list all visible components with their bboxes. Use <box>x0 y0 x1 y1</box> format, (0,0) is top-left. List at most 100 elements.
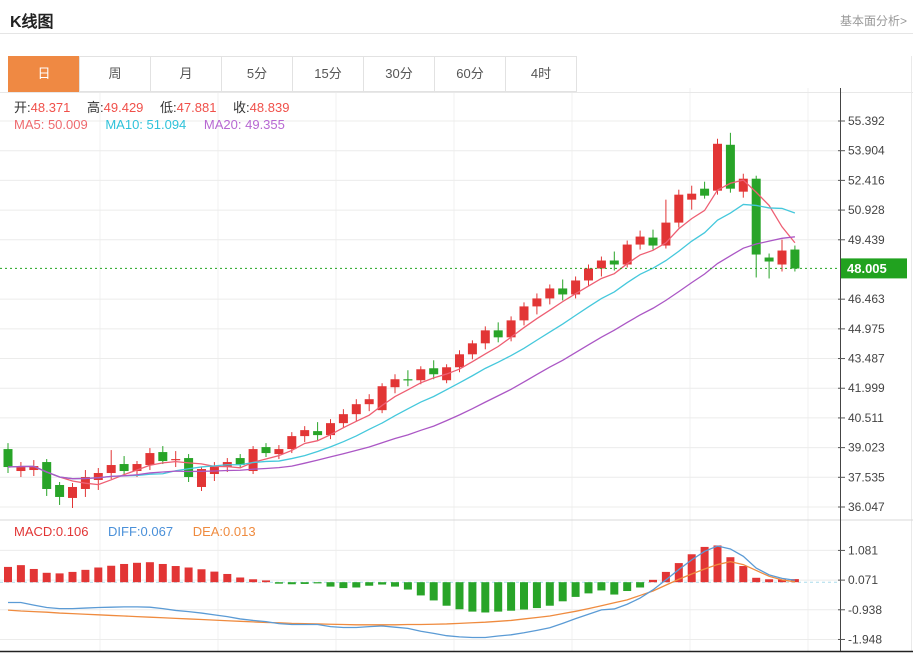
macd-bar <box>120 564 128 582</box>
axis-label: 55.392 <box>848 114 885 128</box>
macd-bar <box>636 582 644 587</box>
tab-30min[interactable]: 30分 <box>363 56 435 92</box>
macd-bar <box>649 580 657 582</box>
ma20-value: MA20: 49.355 <box>204 117 285 132</box>
candle <box>700 189 709 196</box>
macd-bar <box>752 578 760 582</box>
macd-bar <box>520 582 528 609</box>
macd-bar <box>456 582 464 609</box>
ma20-line <box>8 237 795 479</box>
candle <box>597 261 606 269</box>
macd-bar <box>610 582 618 594</box>
candle <box>674 195 683 223</box>
axis-label: 41.999 <box>848 381 885 395</box>
period-tabbar: 日周月5分15分30分60分4时 <box>8 56 577 92</box>
ma5-value: MA5: 50.009 <box>14 117 88 132</box>
candle <box>120 464 129 471</box>
macd-bar <box>262 580 270 582</box>
macd-bar <box>275 582 283 583</box>
axis-label: -0.938 <box>848 603 882 617</box>
tab-week[interactable]: 周 <box>79 56 151 92</box>
macd-bar <box>378 582 386 584</box>
ma-legend: MA5: 50.009 MA10: 51.094 MA20: 49.355 <box>14 117 285 132</box>
candle <box>210 466 219 474</box>
ma10-line <box>8 204 795 478</box>
candle <box>494 330 503 337</box>
macd-bar <box>288 582 296 584</box>
ma10-value: MA10: 51.094 <box>105 117 186 132</box>
macd-bar <box>468 582 476 611</box>
macd-bar <box>43 573 51 582</box>
tab-month[interactable]: 月 <box>150 56 222 92</box>
ohlc-legend: 开:48.371 高:49.429 低:47.881 收:48.839 <box>14 97 302 116</box>
macd-bar <box>198 569 206 582</box>
candle <box>403 379 412 380</box>
macd-bar <box>185 568 193 583</box>
candle <box>352 404 361 414</box>
macd-bar <box>56 573 64 582</box>
svg-text:48.005: 48.005 <box>847 261 887 276</box>
candle <box>145 453 154 465</box>
macd-bar <box>494 582 502 611</box>
candle <box>649 238 658 246</box>
macd-bar <box>365 582 373 586</box>
candle <box>790 250 799 269</box>
axis-label: 36.047 <box>848 500 885 514</box>
macd-bar <box>352 582 360 587</box>
candle <box>455 354 464 367</box>
candle <box>55 485 64 497</box>
macd-value: MACD:0.106 <box>14 524 88 539</box>
current-price-badge: 48.005 <box>841 258 907 278</box>
macd-bar <box>223 574 231 582</box>
candle <box>171 459 180 460</box>
candle <box>300 430 309 436</box>
candle <box>287 436 296 449</box>
tab-5min[interactable]: 5分 <box>221 56 293 92</box>
candle <box>339 414 348 423</box>
macd-bar <box>133 563 141 582</box>
candle <box>378 386 387 410</box>
macd-bar <box>546 582 554 606</box>
candle <box>778 251 787 265</box>
axis-label: 49.439 <box>848 233 885 247</box>
candle <box>687 194 696 200</box>
macd-bar <box>391 582 399 586</box>
open-label: 开: <box>14 100 31 115</box>
macd-bar <box>301 582 309 584</box>
macd-bar <box>236 577 244 582</box>
macd-bar <box>159 564 167 582</box>
candle <box>68 487 77 498</box>
macd-bar <box>430 582 438 600</box>
axis-label: 52.416 <box>848 173 885 187</box>
tab-15min[interactable]: 15分 <box>292 56 364 92</box>
candle <box>274 449 283 454</box>
macd-bar <box>107 566 115 582</box>
candle <box>313 431 322 435</box>
candle <box>429 368 438 374</box>
candle <box>4 449 13 467</box>
tab-60min[interactable]: 60分 <box>434 56 506 92</box>
macd-bar <box>559 582 567 601</box>
macd-bar <box>443 582 451 606</box>
macd-bar <box>481 582 489 612</box>
tab-day[interactable]: 日 <box>8 56 80 92</box>
candle <box>545 288 554 298</box>
macd-bar <box>30 569 38 582</box>
candle <box>107 465 116 473</box>
candle <box>636 237 645 245</box>
low-value: 47.881 <box>177 100 217 115</box>
axis-label: 46.463 <box>848 292 885 306</box>
candle <box>184 458 193 477</box>
candle <box>558 288 567 294</box>
candle <box>584 268 593 280</box>
macd-bar <box>210 572 218 583</box>
macd-bar <box>597 582 605 590</box>
axis-label: 0.071 <box>848 573 878 587</box>
axis-label: 53.904 <box>848 144 885 158</box>
axis-label: 50.928 <box>848 203 885 217</box>
candle <box>158 452 167 461</box>
tab-4hour[interactable]: 4时 <box>505 56 577 92</box>
high-value: 49.429 <box>104 100 144 115</box>
high-label: 高: <box>87 100 104 115</box>
macd-bar <box>146 562 154 582</box>
